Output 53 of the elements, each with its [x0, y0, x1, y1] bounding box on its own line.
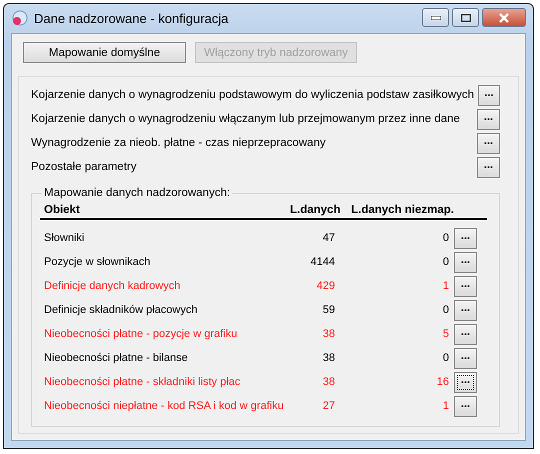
table-cell-text: 0: [442, 256, 450, 268]
maximize-button[interactable]: [452, 8, 479, 27]
table-cell-text: 1: [442, 400, 450, 412]
minimize-button[interactable]: [422, 8, 449, 27]
toolbar-button[interactable]: Mapowanie domyślne: [23, 42, 186, 63]
table-cell-text: 27: [322, 400, 336, 412]
app-icon: [11, 10, 28, 27]
browse-button[interactable]: ...: [477, 156, 500, 178]
browse-button[interactable]: ...: [454, 228, 477, 248]
column-header: L.danych niezmap.: [350, 204, 454, 216]
table-cell-text: 47: [322, 232, 336, 244]
browse-button[interactable]: ...: [477, 132, 500, 154]
close-icon: [498, 12, 510, 22]
table-cell-text: Pozycje w słownikach: [44, 256, 152, 268]
table-cell-text: 0: [442, 232, 450, 244]
table-cell-text: Nieobecności niepłatne - kod RSA i kod w grafiku: [44, 400, 285, 412]
browse-button[interactable]: ...: [454, 396, 477, 416]
browse-button[interactable]: ...: [454, 276, 477, 296]
setting-label: Kojarzenie danych o wynagrodzeniu włączanym lub przejmowanym przez inne dane: [31, 113, 460, 125]
setting-label: Pozostałe parametry: [31, 161, 136, 173]
table-cell-text: 16: [436, 376, 450, 388]
table-cell-text: Słowniki: [44, 232, 86, 244]
group-title: Mapowanie danych nadzorowanych:: [43, 187, 232, 199]
table-cell-text: Nieobecności płatne - pozycje w grafiku: [44, 328, 238, 340]
table-cell-text: 5: [442, 328, 450, 340]
browse-button[interactable]: ...: [454, 348, 477, 368]
table-cell-text: Nieobecności płatne - bilanse: [44, 352, 189, 364]
browse-button[interactable]: ...: [477, 108, 500, 130]
table-cell-text: 4144: [310, 256, 336, 268]
table-cell-text: 0: [442, 304, 450, 316]
browse-button[interactable]: ...: [478, 84, 500, 106]
table-cell-text: 1: [442, 280, 450, 292]
table-cell-text: 38: [322, 352, 336, 364]
browse-button[interactable]: ...: [454, 300, 477, 320]
maximize-icon: [460, 14, 470, 22]
table-cell-text: 429: [316, 280, 336, 292]
column-header: Obiekt: [44, 204, 81, 216]
close-button[interactable]: [482, 8, 526, 27]
setting-label: Wynagrodzenie za nieob. płatne - czas nieprzepracowany: [31, 137, 326, 149]
minimize-icon: [430, 16, 440, 20]
table-cell-text: Definicje składników płacowych: [44, 304, 198, 316]
table-cell-text: Definicje danych kadrowych: [44, 280, 182, 292]
table-cell-text: 38: [322, 376, 336, 388]
table-cell-text: 59: [322, 304, 336, 316]
table-cell-text: 0: [442, 352, 450, 364]
browse-button[interactable]: ...: [454, 324, 477, 344]
table-cell-text: 38: [322, 328, 336, 340]
column-header: L.danych: [290, 204, 340, 216]
table-cell-text: Nieobecności płatne - składniki listy płac: [44, 376, 242, 388]
window-title: Dane nadzorowane - konfiguracja: [34, 11, 230, 26]
browse-button[interactable]: ...: [454, 372, 477, 392]
browse-button[interactable]: ...: [454, 252, 477, 272]
setting-label: Kojarzenie danych o wynagrodzeniu podstawowym do wyliczenia podstaw zasiłkowych: [31, 89, 474, 101]
